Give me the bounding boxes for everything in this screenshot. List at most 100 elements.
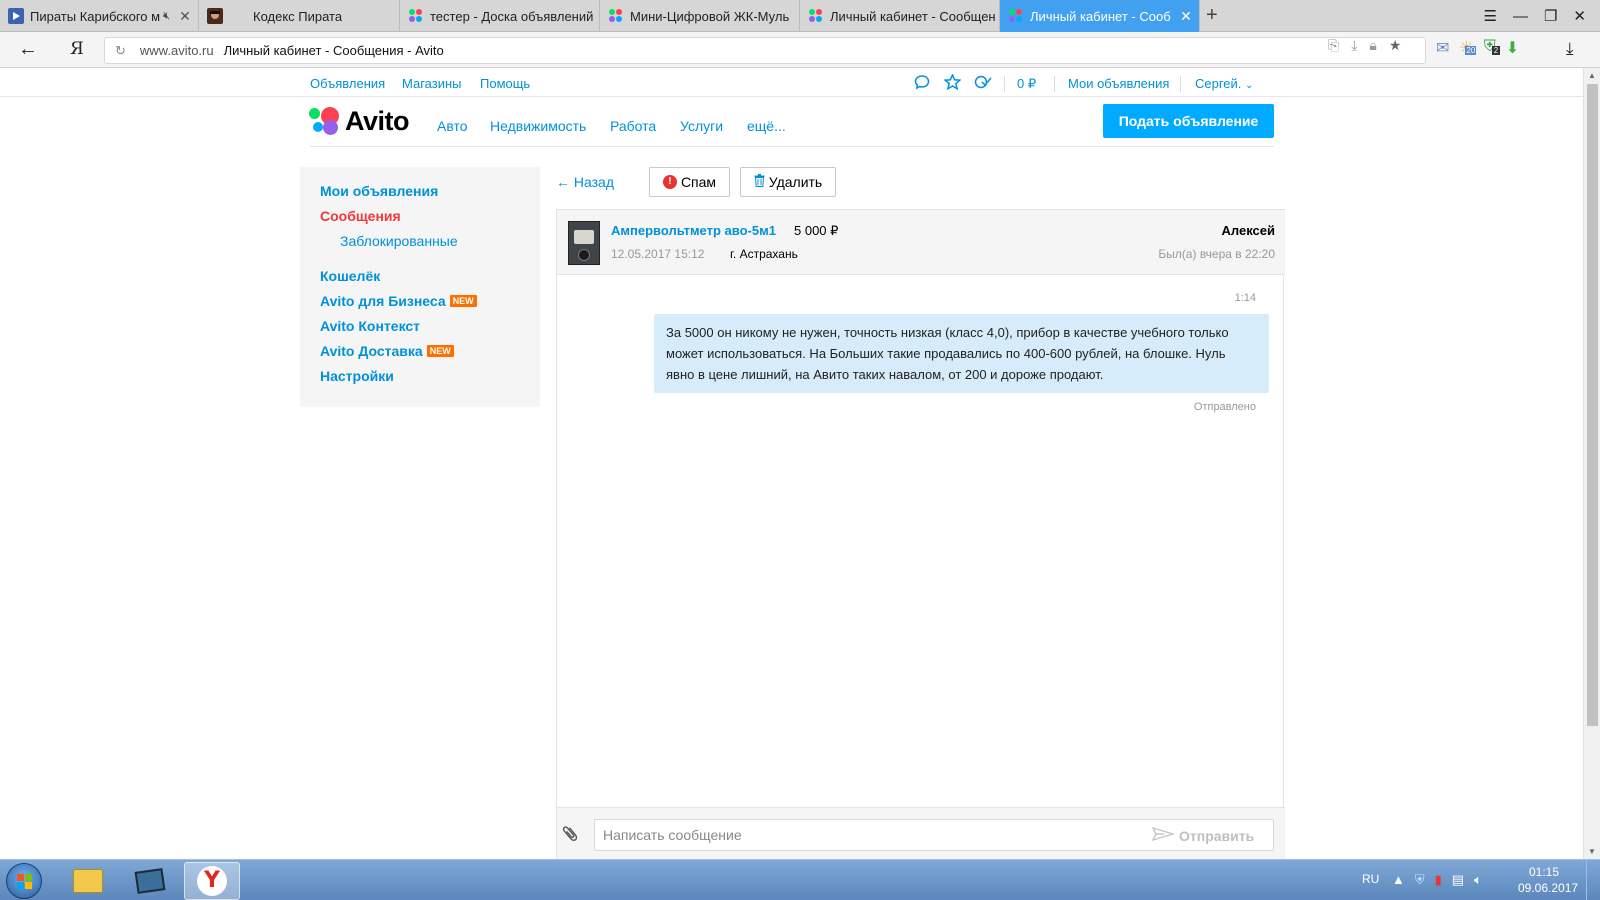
nav-shops-link[interactable]: Магазины (402, 76, 462, 91)
browser-tab[interactable]: тестер - Доска объявлений (400, 0, 600, 32)
send-label: Отправить (1179, 827, 1255, 844)
browser-tab-active[interactable]: Личный кабинет - Сооб ✕ (1000, 0, 1200, 32)
download-page-icon[interactable]: ⤓ (1351, 37, 1357, 54)
account-sidebar: Мои объявления Сообщения Заблокированные… (300, 167, 540, 407)
sidebar-item-label: Avito Доставка (320, 343, 423, 359)
taskbar-clock[interactable]: 01:15 09.06.2017 (1518, 864, 1578, 896)
browser-tab-bar: Пираты Карибского м 🔇︎ ✕ Кодекс Пирата т… (0, 0, 1600, 32)
browser-tab[interactable]: Кодекс Пирата (199, 0, 400, 32)
tab-close-icon[interactable]: ✕ (176, 8, 194, 25)
show-desktop-button[interactable] (1586, 860, 1600, 900)
browser-tab[interactable]: Личный кабинет - Сообщен (800, 0, 1000, 32)
chevron-down-icon: ⌄ (1245, 80, 1254, 91)
delete-button[interactable]: Удалить (740, 167, 836, 197)
nav-help-link[interactable]: Помощь (480, 76, 530, 91)
paperclip-icon[interactable] (559, 822, 584, 849)
tab-close-icon[interactable]: ✕ (1177, 8, 1195, 25)
volume-icon[interactable]: 🔈︎ (1474, 872, 1482, 888)
avito-logo[interactable]: Avito (309, 106, 410, 137)
window-controls: ☰ — ❐ ✕ (1484, 0, 1600, 32)
restore-icon[interactable]: ❐ (1544, 7, 1557, 25)
back-link[interactable]: ← Назад (556, 174, 614, 190)
screen-icon (134, 868, 166, 894)
category-link[interactable]: Услуги (680, 118, 723, 134)
downloads-icon[interactable]: ⤓ (1566, 39, 1574, 59)
sidebar-item-my-ads[interactable]: Мои объявления (320, 183, 438, 199)
scrollbar-thumb[interactable] (1587, 84, 1598, 726)
url-field[interactable]: ↻ www.avito.ru Личный кабинет - Сообщени… (104, 37, 1426, 64)
language-indicator[interactable]: RU (1362, 872, 1379, 886)
minimize-icon[interactable]: — (1513, 8, 1528, 25)
sidebar-item-label: Avito для Бизнеса (320, 293, 446, 309)
category-link[interactable]: Недвижимость (490, 118, 586, 134)
windows-taskbar: Y RU ▲ ⛨ ▮ ▤ 🔈︎ 01:15 09.06.2017 (0, 859, 1600, 900)
avito-logo-text: Avito (345, 106, 410, 136)
app-tray-icon[interactable]: ▮ (1435, 872, 1442, 888)
sidebar-item-delivery[interactable]: Avito Доставка NEW (320, 343, 454, 359)
category-link[interactable]: Авто (437, 118, 468, 134)
nav-ads-link[interactable]: Объявления (310, 76, 385, 91)
item-city: г. Астрахань (730, 247, 798, 261)
wallet-balance-link[interactable]: 0 ₽ (1017, 76, 1036, 92)
extension-icons: ✉ ☀20 ⛨2 ⬇ (1436, 38, 1519, 58)
scroll-down-icon[interactable]: ▼ (1588, 847, 1596, 856)
shield-icon[interactable]: ⛨ 2 (1484, 38, 1501, 58)
browser-tab[interactable]: Пираты Карибского м 🔇︎ ✕ (0, 0, 199, 32)
sidebar-item-business[interactable]: Avito для Бизнеса NEW (320, 293, 477, 309)
download-manager-icon[interactable]: ⬇ (1506, 38, 1519, 58)
menu-icon[interactable]: ☰ (1484, 7, 1497, 25)
tab-label: Пираты Карибского м (30, 8, 161, 24)
category-link[interactable]: Работа (610, 118, 656, 134)
favorites-star-icon[interactable] (943, 73, 962, 94)
my-ads-link[interactable]: Мои объявления (1068, 76, 1169, 91)
saved-search-icon[interactable] (974, 74, 992, 94)
close-window-icon[interactable]: ✕ (1573, 7, 1586, 25)
sidebar-item-messages[interactable]: Сообщения (320, 208, 401, 224)
taskbar-explorer[interactable] (60, 862, 116, 900)
spam-button[interactable]: ! Спам (649, 167, 730, 197)
send-plane-icon (1151, 826, 1176, 845)
scroll-up-icon[interactable]: ▲ (1588, 71, 1596, 80)
yandex-browser-icon: Y (197, 866, 227, 896)
taskbar-media[interactable] (122, 862, 178, 900)
compose-bar: Отправить (557, 807, 1285, 859)
post-ad-button[interactable]: Подать объявление (1103, 104, 1274, 138)
page-scrollbar[interactable]: ▲ ▼ (1583, 68, 1600, 859)
avito-top-nav: Объявления Магазины Помощь 0 ₽ Мои объяв… (310, 72, 1274, 96)
reload-icon[interactable]: ↻ (115, 43, 126, 59)
lock-icon[interactable]: 🔒︎ (1369, 37, 1376, 54)
mail-icon[interactable]: ✉ (1436, 38, 1449, 58)
new-tab-button[interactable]: + (1206, 4, 1218, 27)
translate-icon[interactable]: ⎘ (1328, 37, 1339, 54)
sidebar-item-blocked[interactable]: Заблокированные (340, 233, 458, 249)
new-badge: NEW (449, 295, 477, 307)
item-thumbnail[interactable] (568, 221, 600, 265)
network-icon[interactable]: ▤ (1452, 872, 1464, 888)
item-title-link[interactable]: Ампервольтметр аво-5м1 (611, 223, 776, 238)
send-button[interactable]: Отправить (1151, 826, 1255, 845)
bookmark-star-icon[interactable]: ★ (1389, 37, 1402, 54)
speaker-muted-icon[interactable]: 🔇︎ (163, 10, 170, 23)
sidebar-item-context[interactable]: Avito Контекст (320, 318, 420, 334)
sidebar-item-settings[interactable]: Настройки (320, 368, 394, 384)
pirate-icon (207, 8, 223, 24)
start-button[interactable] (6, 863, 42, 899)
taskbar-yandex-browser[interactable]: Y (184, 862, 240, 900)
tab-label: тестер - Доска объявлений (430, 8, 594, 24)
tab-label: Личный кабинет - Сообщен (830, 8, 996, 24)
messages-icon[interactable] (914, 74, 930, 94)
category-more-link[interactable]: ещё... (747, 118, 786, 134)
item-date: 12.05.2017 15:12 (611, 247, 705, 261)
item-price: 5 000 ₽ (794, 223, 839, 238)
sidebar-item-wallet[interactable]: Кошелёк (320, 268, 380, 284)
avito-icon (408, 8, 424, 24)
user-menu-link[interactable]: Сергей. ⌄ (1195, 76, 1253, 91)
browser-tab[interactable]: Мини-Цифровой ЖК-Муль (600, 0, 800, 32)
antivirus-icon[interactable]: ⛨ (1415, 872, 1425, 888)
back-arrow-icon[interactable]: ← (18, 38, 38, 61)
weather-icon[interactable]: ☀20 (1459, 38, 1477, 58)
user-name: Сергей. (1195, 76, 1242, 91)
tray-expand-icon[interactable]: ▲ (1392, 872, 1405, 888)
delete-label: Удалить (768, 174, 823, 190)
yandex-logo[interactable]: Я (70, 39, 84, 59)
